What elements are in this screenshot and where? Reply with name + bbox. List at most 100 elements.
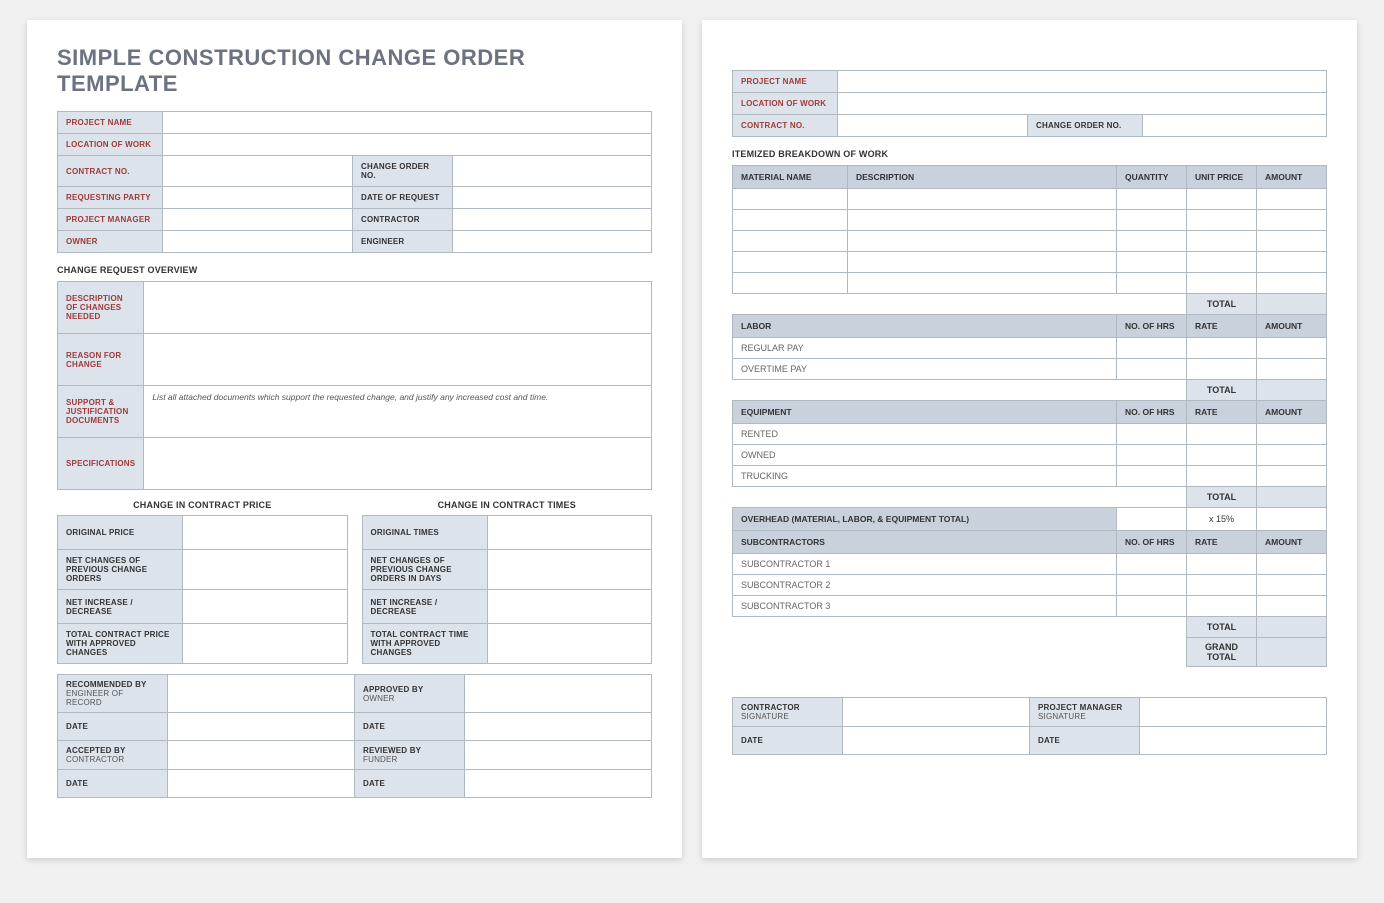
subcontractors-table: SUBCONTRACTORS NO. OF HRS RATE AMOUNT SU… [732, 530, 1327, 667]
equipment-rented: RENTED [733, 424, 1117, 445]
field-total-price[interactable] [183, 624, 348, 664]
field-location[interactable] [163, 134, 652, 156]
col-material-name: MATERIAL NAME [733, 166, 848, 189]
equipment-table: EQUIPMENT NO. OF HRS RATE AMOUNT RENTED … [732, 400, 1327, 508]
field-approved-by[interactable] [465, 675, 652, 713]
field-date-of-request[interactable] [453, 187, 652, 209]
sub-col-hrs: NO. OF HRS [1117, 531, 1187, 554]
label-project-manager: PROJECT MANAGER [58, 209, 163, 231]
field-requesting-party[interactable] [163, 187, 353, 209]
label-date-1: DATE [58, 713, 168, 741]
field-date-4[interactable] [465, 770, 652, 798]
label-total-time: TOTAL CONTRACT TIME WITH APPROVED CHANGE… [362, 624, 487, 664]
field-engineer[interactable] [453, 231, 652, 253]
sub-col-rate: RATE [1187, 531, 1257, 554]
labor-col-amount: AMOUNT [1257, 315, 1327, 338]
p2-field-location[interactable] [838, 93, 1327, 115]
sig-contractor-field[interactable] [843, 698, 1030, 727]
project-info-table: PROJECT NAME LOCATION OF WORK CONTRACT N… [57, 111, 652, 253]
page-1: SIMPLE CONSTRUCTION CHANGE ORDER TEMPLAT… [27, 20, 682, 858]
field-reviewed-by[interactable] [465, 741, 652, 770]
p2-field-project-name[interactable] [838, 71, 1327, 93]
sub-col-amount: AMOUNT [1257, 531, 1327, 554]
overhead-amount[interactable] [1257, 508, 1327, 531]
p2-field-change-order-no[interactable] [1143, 115, 1327, 137]
material-table: MATERIAL NAME DESCRIPTION QUANTITY UNIT … [732, 165, 1327, 315]
label-date-4: DATE [355, 770, 465, 798]
sig-date-1-field[interactable] [843, 727, 1030, 755]
material-row [733, 252, 1327, 273]
labor-col-rate: RATE [1187, 315, 1257, 338]
field-specifications[interactable] [144, 438, 652, 490]
grand-total-value[interactable] [1257, 638, 1327, 667]
labor-total-value[interactable] [1257, 380, 1327, 401]
equipment-owned: OWNED [733, 445, 1117, 466]
itemized-heading: ITEMIZED BREAKDOWN OF WORK [732, 149, 1327, 159]
price-table: ORIGINAL PRICE NET CHANGES OF PREVIOUS C… [57, 515, 348, 664]
material-row [733, 189, 1327, 210]
field-total-time[interactable] [487, 624, 652, 664]
field-change-order-no[interactable] [453, 156, 652, 187]
field-net-increase[interactable] [183, 590, 348, 624]
label-project-name: PROJECT NAME [58, 112, 163, 134]
label-total-price: TOTAL CONTRACT PRICE WITH APPROVED CHANG… [58, 624, 183, 664]
p2-field-contract-no[interactable] [838, 115, 1028, 137]
sig-pm-field[interactable] [1140, 698, 1327, 727]
field-support-docs[interactable]: List all attached documents which suppor… [144, 386, 652, 438]
field-net-increase-time[interactable] [487, 590, 652, 624]
grand-total-label: GRAND TOTAL [1187, 638, 1257, 667]
field-recommended-by[interactable] [168, 675, 355, 713]
label-original-price: ORIGINAL PRICE [58, 516, 183, 550]
label-requesting-party: REQUESTING PARTY [58, 187, 163, 209]
labor-col-hrs: NO. OF HRS [1117, 315, 1187, 338]
field-project-manager[interactable] [163, 209, 353, 231]
label-net-increase-time: NET INCREASE / DECREASE [362, 590, 487, 624]
field-original-price[interactable] [183, 516, 348, 550]
field-date-2[interactable] [465, 713, 652, 741]
p2-label-location: LOCATION OF WORK [733, 93, 838, 115]
label-specifications: SPECIFICATIONS [58, 438, 144, 490]
label-engineer: ENGINEER [353, 231, 453, 253]
sub-1: SUBCONTRACTOR 1 [733, 554, 1117, 575]
overhead-heading: OVERHEAD (MATERIAL, LABOR, & EQUIPMENT T… [733, 508, 1117, 531]
label-desc-changes: DESCRIPTION OF CHANGES NEEDED [58, 282, 144, 334]
field-original-times[interactable] [487, 516, 652, 550]
field-owner[interactable] [163, 231, 353, 253]
page2-signatures: CONTRACTORSIGNATURE PROJECT MANAGERSIGNA… [732, 697, 1327, 755]
material-row [733, 273, 1327, 294]
col-amount: AMOUNT [1257, 166, 1327, 189]
equipment-col-amount: AMOUNT [1257, 401, 1327, 424]
approvals-table: RECOMMENDED BYENGINEER OF RECORD APPROVE… [57, 674, 652, 798]
sig-date-2-label: DATE [1030, 727, 1140, 755]
p2-label-contract-no: CONTRACT NO. [733, 115, 838, 137]
label-accepted-by: ACCEPTED BYCONTRACTOR [58, 741, 168, 770]
field-contractor[interactable] [453, 209, 652, 231]
material-total-label: TOTAL [1187, 294, 1257, 315]
overhead-table: OVERHEAD (MATERIAL, LABOR, & EQUIPMENT T… [732, 507, 1327, 531]
sig-date-2-field[interactable] [1140, 727, 1327, 755]
label-contractor: CONTRACTOR [353, 209, 453, 231]
label-reason: REASON FOR CHANGE [58, 334, 144, 386]
field-net-changes-days[interactable] [487, 550, 652, 590]
label-original-times: ORIGINAL TIMES [362, 516, 487, 550]
field-date-1[interactable] [168, 713, 355, 741]
label-support-docs: SUPPORT & JUSTIFICATION DOCUMENTS [58, 386, 144, 438]
label-date-of-request: DATE OF REQUEST [353, 187, 453, 209]
page2-header-table: PROJECT NAME LOCATION OF WORK CONTRACT N… [732, 70, 1327, 137]
material-row [733, 210, 1327, 231]
times-table: ORIGINAL TIMES NET CHANGES OF PREVIOUS C… [362, 515, 653, 664]
equipment-total-value[interactable] [1257, 487, 1327, 508]
overhead-blank[interactable] [1117, 508, 1187, 531]
field-desc-changes[interactable] [144, 282, 652, 334]
field-net-changes-prev[interactable] [183, 550, 348, 590]
sig-contractor-label: CONTRACTORSIGNATURE [733, 698, 843, 727]
sub-total-value[interactable] [1257, 617, 1327, 638]
field-date-3[interactable] [168, 770, 355, 798]
material-total-value[interactable] [1257, 294, 1327, 315]
sub-3: SUBCONTRACTOR 3 [733, 596, 1117, 617]
field-accepted-by[interactable] [168, 741, 355, 770]
field-contract-no[interactable] [163, 156, 353, 187]
field-reason[interactable] [144, 334, 652, 386]
field-project-name[interactable] [163, 112, 652, 134]
equipment-heading: EQUIPMENT [733, 401, 1117, 424]
